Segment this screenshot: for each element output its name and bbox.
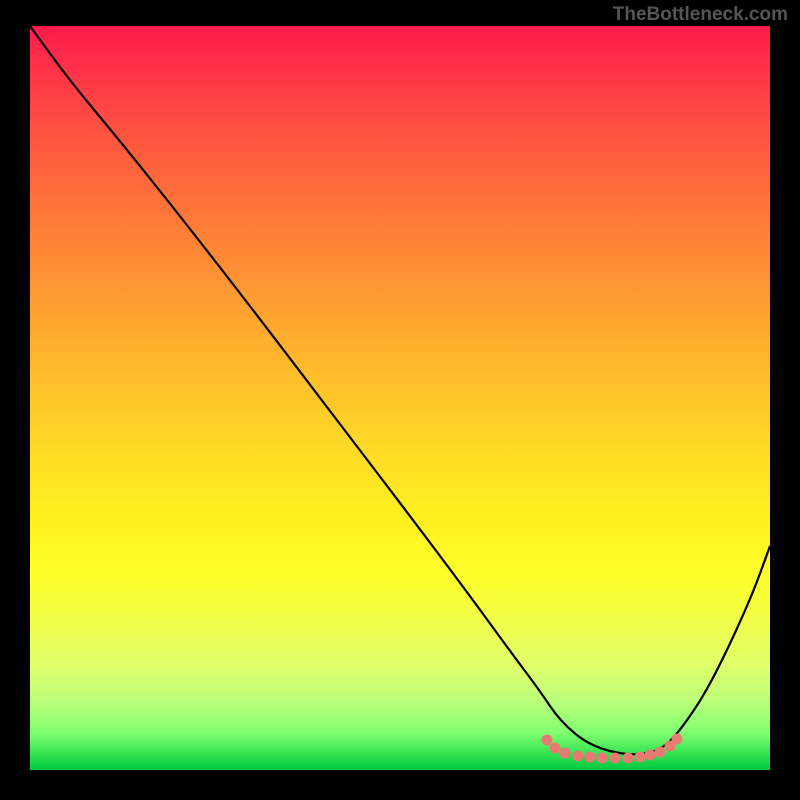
flat-region-dot [635, 752, 646, 763]
flat-region-dot [585, 752, 596, 763]
attribution-text: TheBottleneck.com [613, 4, 788, 26]
curve-overlay [30, 26, 770, 770]
bottleneck-curve-line [30, 26, 770, 754]
flat-region-dot [645, 750, 656, 761]
flat-region-dot [550, 743, 561, 754]
flat-region-marker-group [542, 734, 683, 764]
flat-region-dot [573, 751, 584, 762]
flat-region-dot [560, 748, 571, 759]
flat-region-dot [672, 734, 683, 745]
flat-region-dot [597, 753, 608, 764]
flat-region-dot [542, 735, 553, 746]
chart-plot-area [30, 26, 770, 770]
flat-region-dot [623, 753, 634, 764]
flat-region-dot [655, 747, 666, 758]
flat-region-dot [610, 753, 621, 764]
